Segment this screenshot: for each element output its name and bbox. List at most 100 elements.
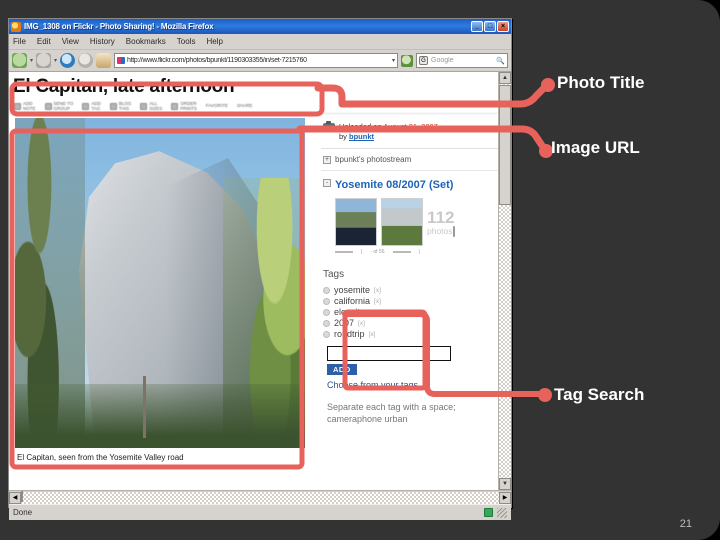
browser-status-bar: Done [9, 504, 511, 520]
tag-item[interactable]: yosemite [x] [323, 285, 496, 295]
search-input[interactable]: Google [431, 57, 493, 64]
reload-icon[interactable] [60, 53, 76, 68]
tag-label[interactable]: california [334, 296, 370, 306]
tag-label[interactable]: yosemite [334, 285, 370, 295]
page-content: El Capitan, late afternoon ADD NOTE SEND… [9, 72, 498, 490]
camera-icon [323, 121, 335, 132]
address-bar[interactable]: http://www.flickr.com/photos/bpunkt/1190… [114, 53, 398, 68]
menu-history[interactable]: History [90, 37, 115, 46]
search-engine-icon[interactable]: G [419, 56, 428, 65]
remove-tag-icon[interactable]: [x] [374, 309, 381, 316]
set-thumbnail-1[interactable] [335, 198, 377, 246]
remove-tag-icon[interactable]: [x] [369, 331, 376, 338]
next-arrow-icon[interactable] [392, 251, 411, 253]
remove-tag-icon[interactable]: [x] [374, 287, 381, 294]
action-blog-this[interactable]: BLOG THIS [109, 101, 131, 111]
set-thumbnail-2[interactable] [381, 198, 423, 246]
scroll-down-icon[interactable]: ▼ [499, 478, 511, 490]
add-tag-button[interactable]: ADD [327, 364, 357, 375]
action-all-sizes[interactable]: ALL SIZES [140, 101, 162, 111]
menu-edit[interactable]: Edit [37, 37, 51, 46]
tag-label[interactable]: elcapitan [334, 307, 370, 317]
expand-photostream-icon[interactable]: + [323, 155, 331, 164]
back-icon[interactable] [12, 53, 27, 68]
menu-file[interactable]: File [13, 37, 26, 46]
go-icon[interactable] [401, 54, 413, 67]
url-dropdown-icon[interactable]: ▾ [392, 57, 395, 64]
action-add-tag[interactable]: ADD TAG [82, 101, 101, 111]
action-order-prints[interactable]: ORDER PRINTS [171, 101, 197, 111]
tag-label[interactable]: 2007 [334, 318, 354, 328]
back-dropdown-icon[interactable]: ▾ [30, 57, 33, 64]
scroll-up-icon[interactable]: ▲ [499, 72, 511, 84]
annotation-label-tag-search: Tag Search [554, 385, 645, 404]
photostream-label[interactable]: bpunkt's photostream [335, 155, 411, 164]
menu-tools[interactable]: Tools [177, 37, 196, 46]
close-button[interactable]: × [497, 21, 509, 32]
upload-by-label: by [339, 132, 350, 142]
horizontal-scroll-track[interactable] [21, 490, 499, 504]
window-title: IMG_1308 on Flickr - Photo Sharing! - Mo… [24, 22, 214, 31]
resize-grip-icon[interactable] [497, 507, 507, 518]
tag-bullet-icon [323, 297, 330, 305]
security-icon[interactable] [484, 508, 493, 517]
search-icon[interactable]: 🔍 [496, 57, 505, 65]
search-bar[interactable]: G Google 🔍 [416, 53, 508, 68]
callout-dot-tag-search [538, 388, 552, 402]
tag-bullet-icon [323, 308, 330, 316]
horizontal-scroll-thumb[interactable] [21, 490, 23, 502]
menu-bookmarks[interactable]: Bookmarks [126, 37, 166, 46]
action-add-note[interactable]: ADD NOTE [14, 101, 36, 111]
browser-titlebar: IMG_1308 on Flickr - Photo Sharing! - Mo… [9, 19, 511, 34]
tag-item[interactable]: elcapitan [x] [323, 307, 496, 317]
remove-tag-icon[interactable]: [x] [374, 298, 381, 305]
collapse-set-icon[interactable]: - [323, 179, 331, 188]
page-vertical-scrollbar[interactable]: ▲ ▼ [498, 72, 511, 490]
photo-image[interactable] [15, 118, 305, 448]
upload-user-link[interactable]: bpunkt [349, 132, 374, 141]
previous-arrow-icon[interactable] [335, 251, 353, 253]
set-count-label: photos [427, 225, 453, 236]
firefox-icon [11, 21, 21, 32]
set-nav-counter: · of 56 [370, 249, 385, 255]
tag-item[interactable]: 2007 [x] [323, 318, 496, 328]
slideshow-icon[interactable] [452, 225, 455, 237]
forward-dropdown-icon[interactable]: ▾ [54, 57, 57, 64]
set-header: - Yosemite 08/2007 (Set) [323, 179, 496, 193]
upload-prefix: Uploaded on [339, 122, 384, 131]
upload-text: Uploaded on August 21, 2007 by bpunkt [339, 122, 438, 142]
maximize-button[interactable]: □ [484, 21, 496, 32]
tag-search-input[interactable] [327, 346, 451, 361]
annotation-label-image-url: Image URL [551, 138, 640, 157]
tag-item[interactable]: california [x] [323, 296, 496, 306]
photo-column: El Capitan, seen from the Yosemite Valle… [9, 114, 315, 462]
menu-view[interactable]: View [62, 37, 79, 46]
choose-from-tags-link[interactable]: Choose from your tags [327, 380, 496, 390]
menu-bar: File Edit View History Bookmarks Tools H… [9, 34, 511, 50]
action-share[interactable]: SHARE [237, 103, 253, 109]
set-title-link[interactable]: Yosemite 08/2007 (Set) [335, 179, 453, 193]
scroll-left-icon[interactable]: ◀ [9, 491, 21, 504]
photostream-row[interactable]: + bpunkt's photostream [321, 149, 498, 172]
slide-page-number: 21 [679, 518, 692, 530]
menu-help[interactable]: Help [206, 37, 222, 46]
minimize-button[interactable]: _ [471, 21, 483, 32]
tag-item[interactable]: roadtrip [x] [323, 329, 496, 339]
page-title: El Capitan, late afternoon [13, 76, 235, 97]
home-icon[interactable] [96, 53, 112, 68]
vertical-scroll-thumb[interactable] [499, 85, 511, 205]
action-favorite[interactable]: FAVORITE [206, 103, 228, 109]
callout-dot-photo-title [541, 78, 555, 92]
page-horizontal-scrollbar[interactable]: ◀ ▶ [9, 490, 511, 504]
status-text: Done [13, 508, 33, 517]
set-nav-divider-2: | [418, 249, 420, 255]
remove-tag-icon[interactable]: [x] [358, 320, 365, 327]
tag-label[interactable]: roadtrip [334, 329, 365, 339]
scroll-right-icon[interactable]: ▶ [499, 491, 511, 504]
add-tag-icon [82, 103, 90, 110]
forward-icon[interactable] [36, 53, 52, 68]
stop-icon[interactable] [78, 53, 94, 68]
action-send-to-group[interactable]: SEND TO GROUP [44, 101, 73, 111]
sidebar-column: Uploaded on August 21, 2007 by bpunkt + … [315, 114, 498, 462]
annotation-label-photo-title: Photo Title [557, 73, 645, 92]
